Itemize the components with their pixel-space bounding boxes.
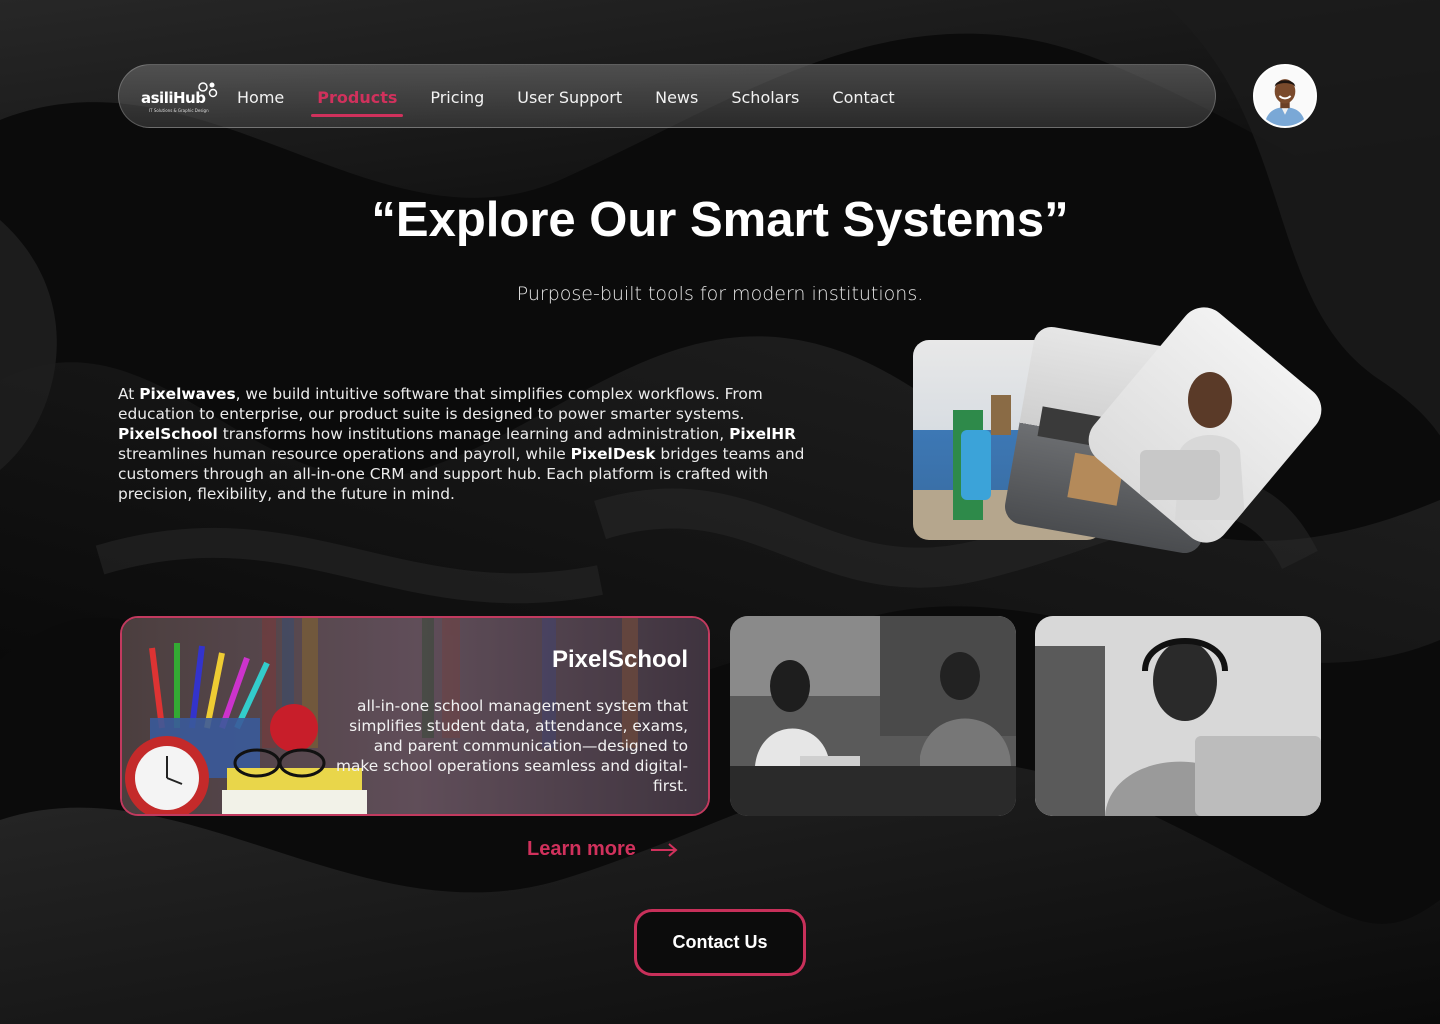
- company-name: Pixelwaves: [139, 385, 236, 403]
- pixelschool-card[interactable]: PixelSchool all-in-one school management…: [120, 616, 710, 816]
- logo-mark-icon: [198, 82, 218, 98]
- card-description: all-in-one school management system that…: [335, 697, 688, 795]
- nav-scholars[interactable]: Scholars: [731, 65, 799, 129]
- support-agent-photo: [1035, 616, 1321, 816]
- product-name-pixelhr: PixelHR: [729, 425, 797, 443]
- contact-us-button[interactable]: Contact Us: [634, 909, 806, 976]
- brand-tagline: IT Solutions & Graphic Design: [149, 108, 209, 113]
- intro-paragraph: At Pixelwaves, we build intuitive softwa…: [118, 384, 818, 504]
- product-name-pixeldesk: PixelDesk: [570, 445, 656, 463]
- learn-more-link[interactable]: Learn more: [527, 838, 678, 861]
- intro-text: At: [118, 385, 140, 403]
- top-navbar: asiliHub IT Solutions & Graphic Design H…: [118, 64, 1216, 128]
- nav-user-support[interactable]: User Support: [517, 65, 622, 129]
- brand-name: asiliHub: [141, 89, 206, 107]
- brand-logo[interactable]: asiliHub IT Solutions & Graphic Design: [141, 79, 219, 115]
- nav-products[interactable]: Products: [311, 65, 404, 129]
- pixelschool-card-content: PixelSchool all-in-one school management…: [328, 646, 688, 796]
- pixeldesk-card[interactable]: [1035, 616, 1321, 816]
- nav-home[interactable]: Home: [237, 65, 284, 129]
- nav-pricing[interactable]: Pricing: [430, 65, 484, 129]
- nav-menu: Home Products Pricing User Support News …: [237, 65, 928, 129]
- user-avatar[interactable]: [1253, 64, 1317, 128]
- photo-collage: [900, 297, 1332, 580]
- page-subtitle: Purpose-built tools for modern instituti…: [516, 283, 924, 305]
- nav-contact[interactable]: Contact: [832, 65, 894, 129]
- product-name-pixelschool: PixelSchool: [118, 425, 218, 443]
- learn-more-label: Learn more: [527, 838, 636, 860]
- page-title: “Explore Our Smart Systems”: [371, 193, 1069, 247]
- arrow-right-icon: [650, 842, 678, 857]
- avatar-person-icon: [1255, 66, 1315, 126]
- intro-text: transforms how institutions manage learn…: [217, 425, 730, 443]
- card-title: PixelSchool: [551, 646, 688, 673]
- pixelhr-card[interactable]: [730, 616, 1016, 816]
- nav-news[interactable]: News: [655, 65, 698, 129]
- meeting-photo: [730, 616, 1016, 816]
- intro-text: streamlines human resource operations an…: [118, 445, 571, 463]
